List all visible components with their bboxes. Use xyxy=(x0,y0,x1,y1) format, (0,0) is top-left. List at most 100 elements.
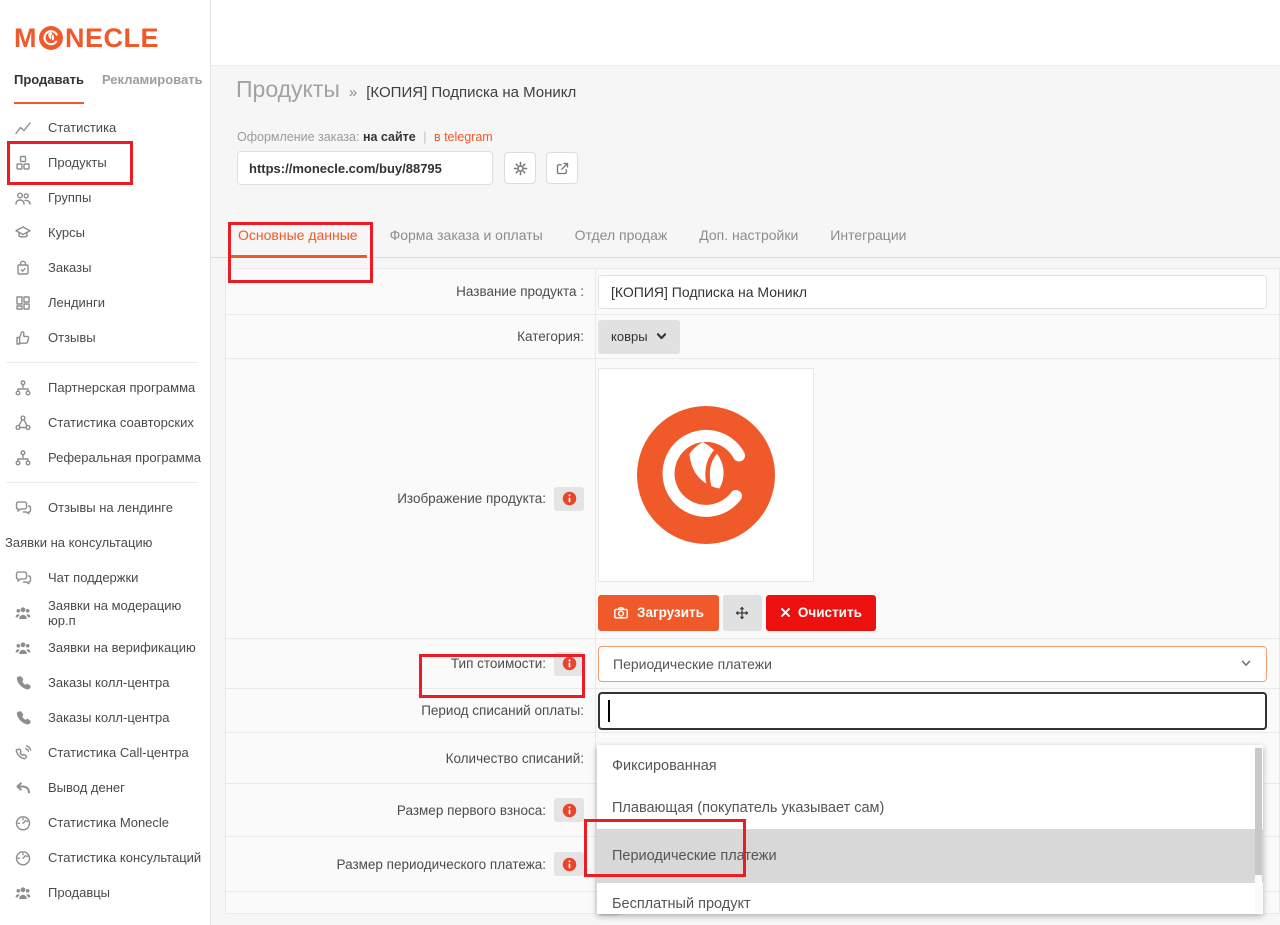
info-badge[interactable] xyxy=(554,852,584,876)
sidebar-item-callcenter-orders-2[interactable]: Заказы колл-центра xyxy=(0,700,210,735)
breadcrumb-root[interactable]: Продукты xyxy=(236,76,340,103)
sidebar-item-verification-requests[interactable]: Заявки на верификацию xyxy=(0,630,210,665)
billing-period-input[interactable] xyxy=(598,692,1267,730)
tab-advertise[interactable]: Рекламировать xyxy=(102,72,203,104)
product-name-label: Название продукта : xyxy=(226,269,596,314)
sidebar-item-consultation-requests[interactable]: Заявки на консультацию xyxy=(0,525,210,560)
upload-image-button[interactable]: Загрузить xyxy=(598,595,719,631)
order-telegram-link[interactable]: в telegram xyxy=(434,130,493,144)
dropdown-option-fixed[interactable]: Фиксированная xyxy=(597,745,1263,787)
info-icon xyxy=(562,857,577,872)
move-image-button[interactable] xyxy=(723,595,762,631)
order-method-label: Оформление заказа: xyxy=(237,130,359,144)
sidebar-item-monecle-stats[interactable]: Статистика Monecle xyxy=(0,805,210,840)
menu-label: Чат поддержки xyxy=(48,570,138,585)
recurring-payment-label: Размер периодического платежа: xyxy=(226,837,596,891)
sidebar-item-courses[interactable]: Курсы xyxy=(0,215,210,250)
logo-text-suffix: NECLE xyxy=(65,23,159,54)
menu-label: Статистика Call-центра xyxy=(48,745,189,760)
chevron-down-icon xyxy=(1240,659,1252,668)
sidebar-item-support-chat[interactable]: Чат поддержки xyxy=(0,560,210,595)
sidebar-item-withdraw[interactable]: Вывод денег xyxy=(0,770,210,805)
menu-label: Заявки на консультацию xyxy=(5,535,152,550)
phone-icon xyxy=(14,709,32,727)
tab-sell[interactable]: Продавать xyxy=(14,72,84,104)
sidebar-item-partner-program[interactable]: Партнерская программа xyxy=(0,370,210,405)
menu-label: Группы xyxy=(48,190,91,205)
url-open-button[interactable] xyxy=(546,152,578,184)
tab-main-data[interactable]: Основные данные xyxy=(229,227,367,258)
clear-image-button[interactable]: Очистить xyxy=(766,595,876,631)
tab-integrations[interactable]: Интеграции xyxy=(821,227,915,257)
info-badge[interactable] xyxy=(554,652,584,676)
thumb-up-icon xyxy=(14,329,32,347)
dropdown-option-floating[interactable]: Плавающая (покупатель указывает сам) xyxy=(597,787,1263,829)
menu-label: Статистика xyxy=(48,120,116,135)
buy-url-input[interactable] xyxy=(237,151,493,185)
menu-label: Продавцы xyxy=(48,885,110,900)
sidebar-item-landing-reviews[interactable]: Отзывы на лендинге xyxy=(0,490,210,525)
chevron-down-icon xyxy=(656,332,667,341)
nodes-triangle-icon xyxy=(14,414,32,432)
sidebar-item-sellers[interactable]: Продавцы xyxy=(0,875,210,910)
menu-label: Заявки на верификацию xyxy=(48,640,196,655)
chat-bubbles-icon xyxy=(14,499,32,517)
menu-label: Статистика Monecle xyxy=(48,815,169,830)
external-link-icon xyxy=(555,161,570,176)
tab-sales-dept[interactable]: Отдел продаж xyxy=(566,227,677,257)
sidebar-item-landings[interactable]: Лендинги xyxy=(0,285,210,320)
menu-label: Статистика соавторских xyxy=(48,415,194,430)
monecle-logo[interactable]: M NECLE xyxy=(0,0,210,58)
menu-label: Отзывы на лендинге xyxy=(48,500,173,515)
chart-line-icon xyxy=(14,119,32,137)
price-type-select[interactable]: Периодические платежи xyxy=(598,646,1267,682)
tab-order-form[interactable]: Форма заказа и оплаты xyxy=(381,227,552,257)
category-select-button[interactable]: ковры xyxy=(598,320,680,354)
shopping-bag-icon xyxy=(14,259,32,277)
billing-period-label: Период списаний оплаты: xyxy=(226,689,596,732)
product-name-input[interactable] xyxy=(598,275,1267,309)
menu-label: Заявки на модерацию юр.п xyxy=(48,598,210,628)
info-icon xyxy=(562,656,577,671)
info-icon xyxy=(562,491,577,506)
menu-label: Лендинги xyxy=(48,295,105,310)
info-icon xyxy=(562,803,577,818)
sidebar-item-consultation-stats[interactable]: Статистика консультаций xyxy=(0,840,210,875)
users-group-icon xyxy=(14,884,32,902)
sidebar-item-groups[interactable]: Группы xyxy=(0,180,210,215)
menu-label: Заказы колл-центра xyxy=(48,710,169,725)
url-settings-button[interactable] xyxy=(504,152,536,184)
dropdown-scrollbar[interactable] xyxy=(1255,746,1262,913)
order-divider: | xyxy=(423,130,426,144)
info-badge[interactable] xyxy=(554,487,584,511)
order-on-site-link[interactable]: на сайте xyxy=(363,130,416,144)
camera-icon xyxy=(613,605,629,621)
sidebar-item-reviews[interactable]: Отзывы xyxy=(0,320,210,355)
row-price-type: Тип стоимости: Периодические платежи xyxy=(226,639,1279,689)
dropdown-option-free[interactable]: Бесплатный продукт xyxy=(597,883,1263,914)
billing-count-label: Количество списаний: xyxy=(226,733,596,783)
sidebar-item-referral-program[interactable]: Реферальная программа xyxy=(0,440,210,475)
info-badge[interactable] xyxy=(554,798,584,822)
sidebar-item-callcenter-stats[interactable]: Статистика Call-центра xyxy=(0,735,210,770)
buy-url-row xyxy=(237,151,1280,185)
sidebar-item-moderation-requests[interactable]: Заявки на модерацию юр.п xyxy=(0,595,210,630)
undo-arrow-icon xyxy=(14,779,32,797)
logo-text-prefix: M xyxy=(14,23,37,54)
product-tabs: Основные данные Форма заказа и оплаты От… xyxy=(211,227,1280,258)
move-icon xyxy=(735,606,749,620)
price-type-dropdown: Фиксированная Плавающая (покупатель указ… xyxy=(597,745,1263,914)
sidebar-item-products[interactable]: Продукты xyxy=(0,145,210,180)
sidebar-item-statistics[interactable]: Статистика xyxy=(0,110,210,145)
cubes-icon xyxy=(14,154,32,172)
row-category: Категория: ковры xyxy=(226,315,1279,359)
dropdown-option-recurring[interactable]: Периодические платежи xyxy=(597,829,1263,883)
scrollbar-thumb[interactable] xyxy=(1255,748,1262,875)
menu-label: Курсы xyxy=(48,225,85,240)
sidebar-item-coauthor-stats[interactable]: Статистика соавторских xyxy=(0,405,210,440)
row-product-image: Изображение продукта: Загрузить xyxy=(226,359,1279,639)
product-leaf-logo-image xyxy=(631,400,781,550)
tab-extra-settings[interactable]: Доп. настройки xyxy=(690,227,807,257)
sidebar-item-orders[interactable]: Заказы xyxy=(0,250,210,285)
sidebar-item-callcenter-orders-1[interactable]: Заказы колл-центра xyxy=(0,665,210,700)
